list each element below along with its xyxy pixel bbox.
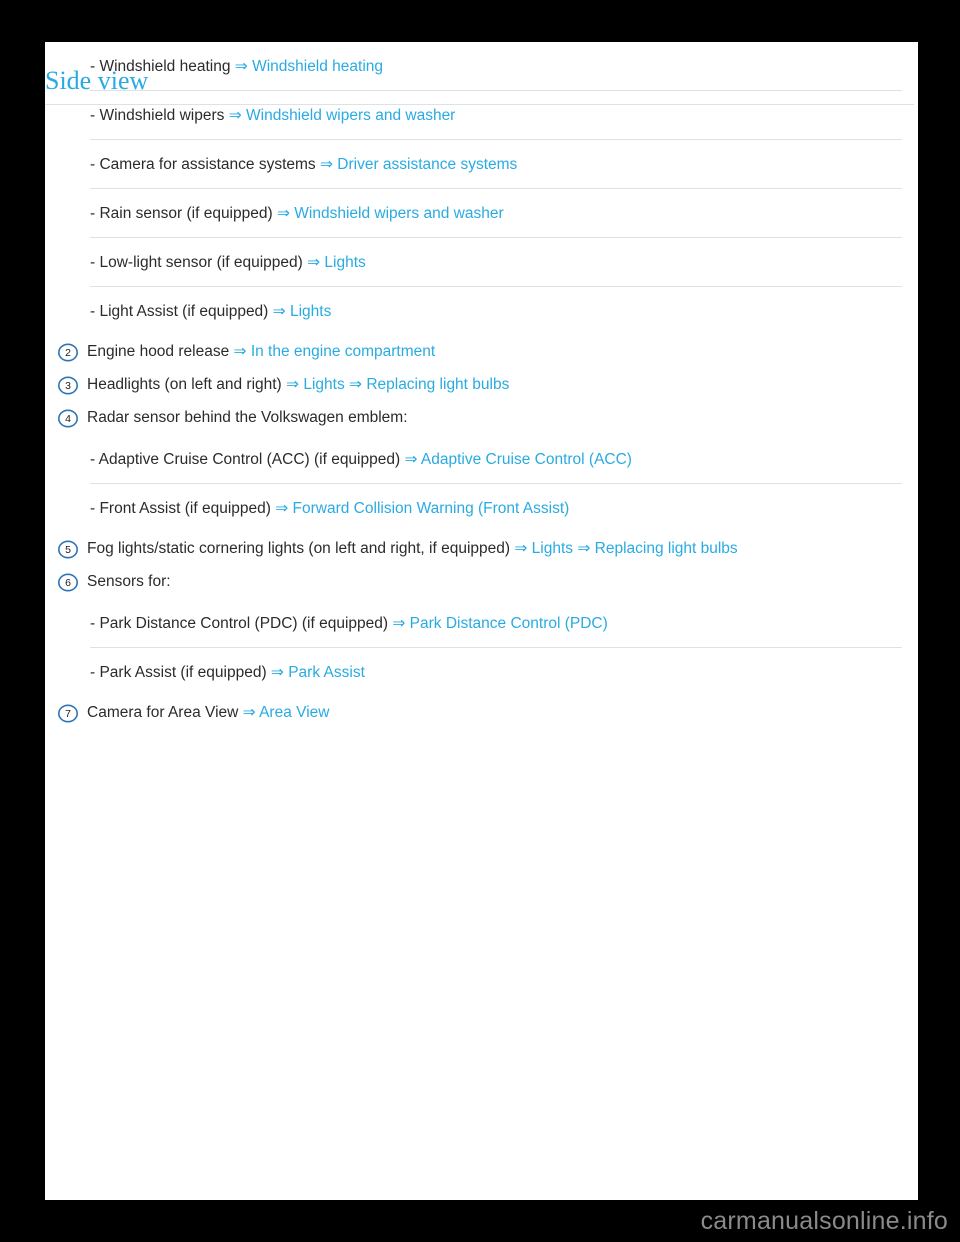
cross-reference-link[interactable]: Lights (324, 254, 365, 271)
list-item-text: - Park Distance Control (PDC) (if equipp… (90, 614, 608, 634)
dash-list-item: - Adaptive Cruise Control (ACC) (if equi… (57, 435, 906, 484)
dash-list-item: - Park Distance Control (PDC) (if equipp… (57, 599, 906, 648)
list-item-label: Adaptive Cruise Control (ACC) (if equipp… (98, 450, 401, 468)
cross-reference-link[interactable]: Windshield wipers and washer (294, 205, 503, 222)
numbered-list-item: 5 Fog lights/static cornering lights (on … (57, 533, 906, 566)
list-item-label: Camera for assistance systems (99, 155, 316, 173)
svg-text:2: 2 (65, 347, 71, 359)
cross-reference-arrow-icon: ⇒ (266, 663, 289, 681)
list-item-label: Park Distance Control (PDC) (if equipped… (99, 614, 389, 632)
list-item-text: Radar sensor behind the Volkswagen emble… (87, 408, 408, 428)
watermark: carmanualsonline.info (700, 1207, 948, 1235)
cross-reference-arrow-icon: ⇒ (272, 204, 295, 222)
cross-reference-arrow-icon: ⇒ (510, 540, 532, 557)
list-item-label: Light Assist (if equipped) (99, 302, 269, 320)
svg-text:3: 3 (65, 380, 71, 392)
dash-list-item: - Front Assist (if equipped) ⇒ Forward C… (57, 484, 906, 533)
number-badge-2-icon: 2 (57, 343, 79, 362)
list-item-text: - Rain sensor (if equipped) ⇒ Windshield… (90, 204, 504, 224)
numbered-list-item: 4 Radar sensor behind the Volkswagen embl… (57, 402, 906, 435)
list-item-text: - Front Assist (if equipped) ⇒ Forward C… (90, 499, 569, 519)
cross-reference-arrow-icon: ⇒ (281, 376, 304, 393)
dash-list-item: - Rain sensor (if equipped) ⇒ Windshield… (57, 189, 906, 238)
cross-reference-link[interactable]: Adaptive Cruise Control (ACC) (421, 451, 632, 468)
cross-reference-link[interactable]: Area View (259, 704, 329, 721)
cross-reference-link[interactable]: In the engine compartment (251, 343, 435, 360)
number-badge-4-icon: 4 (57, 409, 79, 428)
list-item-label: Camera for Area View (87, 704, 239, 721)
cross-reference-arrow-icon: ⇒ (573, 540, 595, 557)
list-item-text: - Windshield wipers ⇒ Windshield wipers … (90, 106, 455, 126)
number-badge-5-icon: 5 (57, 540, 79, 559)
cross-reference-arrow-icon: ⇒ (268, 302, 290, 320)
list-item-text: - Light Assist (if equipped) ⇒ Lights (90, 302, 331, 322)
dash-list-item: - Low-light sensor (if equipped) ⇒ Light… (57, 238, 906, 287)
cross-reference-arrow-icon: ⇒ (388, 614, 410, 632)
cross-reference-arrow-icon: ⇒ (344, 376, 367, 393)
list-item-text: Camera for Area View ⇒ Area View (87, 703, 329, 723)
cross-reference-link[interactable]: Park Distance Control (PDC) (410, 615, 608, 632)
list-item-text: Engine hood release ⇒ In the engine comp… (87, 342, 435, 362)
cross-reference-link[interactable]: Lights (532, 540, 573, 557)
cross-reference-link[interactable]: Driver assistance systems (337, 156, 517, 173)
cross-reference-link[interactable]: Windshield wipers and washer (246, 107, 455, 124)
document-content: - Windshield heating ⇒ Windshield heatin… (57, 42, 906, 730)
svg-text:6: 6 (65, 577, 71, 589)
dash-marker: - (90, 450, 99, 468)
list-item-label: Front Assist (if equipped) (99, 499, 271, 517)
list-item-label: Rain sensor (if equipped) (99, 204, 273, 222)
list-item-label: Headlights (on left and right) (87, 376, 282, 393)
cross-reference-arrow-icon: ⇒ (238, 704, 260, 721)
list-item-label: Park Assist (if equipped) (99, 663, 267, 681)
list-item-label: Windshield wipers (99, 106, 225, 124)
list-item-label: Low-light sensor (if equipped) (99, 253, 303, 271)
cross-reference-link[interactable]: Replacing light bulbs (595, 540, 738, 557)
cross-reference-link[interactable]: Lights (303, 376, 344, 393)
list-item-label: Engine hood release (87, 343, 230, 360)
list-item-label: Fog lights/static cornering lights (on l… (87, 540, 511, 557)
list-item-text: Sensors for: (87, 572, 171, 592)
dash-list-item: - Park Assist (if equipped) ⇒ Park Assis… (57, 648, 906, 697)
list-item-text: Headlights (on left and right) ⇒ Lights … (87, 375, 509, 395)
list-item-text: - Low-light sensor (if equipped) ⇒ Light… (90, 253, 366, 273)
number-badge-7-icon: 7 (57, 704, 79, 723)
list-item-text: - Park Assist (if equipped) ⇒ Park Assis… (90, 663, 365, 683)
cross-reference-link[interactable]: Lights (290, 303, 331, 320)
document-page: - Windshield heating ⇒ Windshield heatin… (45, 42, 918, 1200)
svg-text:4: 4 (65, 413, 71, 425)
list-item-label: Sensors for: (87, 573, 171, 590)
numbered-list-item: 7 Camera for Area View ⇒ Area View (57, 697, 906, 730)
svg-text:5: 5 (65, 544, 71, 556)
svg-text:7: 7 (65, 708, 71, 720)
dash-list-item: - Camera for assistance systems ⇒ Driver… (57, 140, 906, 189)
number-badge-3-icon: 3 (57, 376, 79, 395)
cross-reference-link[interactable]: Park Assist (288, 664, 365, 681)
numbered-list-item: 6 Sensors for: (57, 566, 906, 599)
section-heading-container: Side view (45, 42, 918, 105)
number-badge-6-icon: 6 (57, 573, 79, 592)
list-item-text: - Adaptive Cruise Control (ACC) (if equi… (90, 450, 632, 470)
dash-list-item: - Light Assist (if equipped) ⇒ Lights (57, 287, 906, 336)
list-item-label: Radar sensor behind the Volkswagen emble… (87, 409, 408, 426)
numbered-list-item: 3 Headlights (on left and right) ⇒ Lights… (57, 369, 906, 402)
cross-reference-arrow-icon: ⇒ (302, 253, 325, 271)
cross-reference-arrow-icon: ⇒ (400, 450, 421, 468)
cross-reference-link[interactable]: Forward Collision Warning (Front Assist) (293, 500, 570, 517)
numbered-list-item: 2 Engine hood release ⇒ In the engine com… (57, 336, 906, 369)
list-item-text: - Camera for assistance systems ⇒ Driver… (90, 155, 517, 175)
list-item-text: Fog lights/static cornering lights (on l… (87, 539, 738, 559)
cross-reference-link[interactable]: Replacing light bulbs (366, 376, 509, 393)
cross-reference-arrow-icon: ⇒ (224, 106, 246, 124)
cross-reference-arrow-icon: ⇒ (229, 343, 251, 360)
cross-reference-arrow-icon: ⇒ (270, 499, 293, 517)
cross-reference-arrow-icon: ⇒ (315, 155, 338, 173)
page-title: Side view (45, 66, 149, 95)
